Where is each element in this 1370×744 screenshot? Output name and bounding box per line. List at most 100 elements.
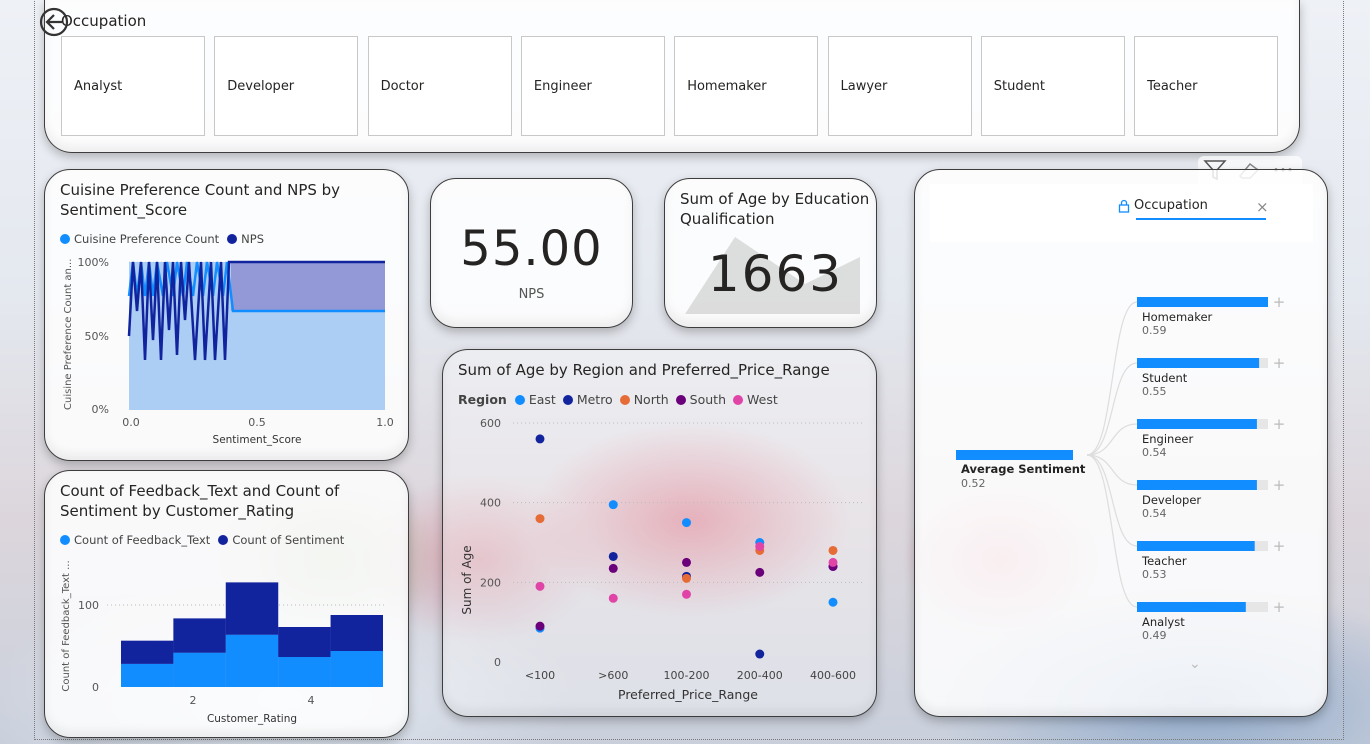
cuisine-nps-chart[interactable]: Cuisine Preference Count and NPS by Sent…: [44, 169, 409, 461]
y-tick: 0: [494, 656, 501, 669]
x-tick: 2: [190, 694, 197, 707]
scatter-plot: Sum of Age Preferred_Price_Range 0 200 400…: [460, 417, 863, 702]
slicer-tile-engineer[interactable]: Engineer: [520, 36, 665, 136]
scatter-point[interactable]: [682, 573, 691, 583]
age-value: 1663: [707, 245, 844, 303]
scatter-point[interactable]: [608, 551, 618, 561]
x-tick: 0.0: [122, 416, 140, 429]
scatter-point[interactable]: [755, 541, 765, 551]
node-bar[interactable]: [1137, 419, 1257, 429]
y-tick: 50%: [85, 330, 109, 343]
scatter-point[interactable]: [608, 563, 618, 573]
root-label: Average Sentiment: [961, 462, 1086, 476]
decomposition-tree[interactable]: Occupation × + + + + + + Average Sentiment 0.…: [914, 169, 1328, 717]
x-axis-label: Sentiment_Score: [213, 434, 302, 446]
card-title: Sum of Age by Education Qualification: [680, 190, 870, 228]
chevron-down-icon[interactable]: ⌄: [1189, 656, 1201, 672]
back-arrow-icon: [39, 7, 69, 37]
node-bar[interactable]: [1137, 480, 1257, 490]
scatter-point[interactable]: [608, 593, 618, 603]
age-region-scatter[interactable]: Sum of Age by Region and Preferred_Price…: [442, 349, 877, 717]
scatter-point[interactable]: [682, 518, 691, 528]
back-button[interactable]: [38, 6, 70, 38]
node-value: 0.55: [1142, 385, 1167, 398]
node-bar[interactable]: [1137, 297, 1268, 307]
y-tick: 400: [480, 497, 501, 510]
area-segment-sentiment[interactable]: [121, 640, 174, 664]
area-nps: [231, 262, 385, 311]
x-tick: 4: [308, 694, 315, 707]
node-label: Student: [1142, 371, 1188, 385]
node-bar[interactable]: [1137, 541, 1255, 551]
node-value: 0.49: [1142, 629, 1167, 642]
expand-plus-icon[interactable]: +: [1273, 293, 1286, 311]
x-tick: 400-600: [810, 669, 856, 682]
slicer-tile-student[interactable]: Student: [980, 36, 1125, 136]
area-segment-sentiment[interactable]: [173, 618, 226, 653]
connector-line: [1086, 362, 1138, 456]
y-tick: 0: [92, 681, 99, 694]
x-tick: 100-200: [664, 669, 710, 682]
expand-plus-icon[interactable]: +: [1273, 415, 1286, 433]
scatter-point[interactable]: [535, 621, 545, 631]
age-card[interactable]: Sum of Age by Education Qualification 16…: [664, 178, 877, 328]
cuisine-plot: Cuisine Preference Count an... 100% 50% …: [63, 256, 394, 446]
expand-plus-icon[interactable]: +: [1273, 537, 1286, 555]
scatter-point[interactable]: [828, 545, 838, 555]
slicer-tile-homemaker[interactable]: Homemaker: [674, 36, 819, 136]
area-segment-feedback[interactable]: [121, 663, 174, 687]
expand-plus-icon[interactable]: +: [1273, 476, 1286, 494]
scatter-point[interactable]: [828, 557, 838, 567]
area-segment-sentiment[interactable]: [225, 582, 279, 635]
area-segment-feedback[interactable]: [225, 634, 279, 687]
area-segment-sentiment[interactable]: [330, 615, 383, 651]
slicer-tile-analyst[interactable]: Analyst: [61, 36, 205, 136]
x-tick: >600: [598, 669, 628, 682]
scatter-point[interactable]: [535, 434, 545, 444]
scatter-point[interactable]: [535, 581, 545, 591]
node-label: Teacher: [1142, 554, 1187, 568]
node-bar[interactable]: [1137, 358, 1260, 368]
area-segment-sentiment[interactable]: [278, 627, 331, 657]
root-value: 0.52: [961, 477, 986, 490]
node-value: 0.54: [1142, 507, 1167, 520]
node-label: Developer: [1142, 493, 1202, 507]
y-tick: 100: [78, 599, 99, 612]
y-tick: 600: [480, 417, 501, 430]
slicer-tile-teacher[interactable]: Teacher: [1134, 36, 1279, 136]
slicer-tile-developer[interactable]: Developer: [214, 36, 359, 136]
y-tick: 0%: [92, 403, 109, 416]
slicer-title: Occupation: [61, 12, 147, 30]
node-value: 0.59: [1142, 324, 1167, 337]
slicer-tile-lawyer[interactable]: Lawyer: [827, 36, 972, 136]
area-segment-feedback[interactable]: [330, 651, 383, 687]
nps-label: NPS: [518, 287, 545, 302]
expand-plus-icon[interactable]: +: [1273, 598, 1286, 616]
node-bar[interactable]: [1137, 602, 1246, 612]
node-value: 0.53: [1142, 568, 1167, 581]
scatter-point[interactable]: [535, 514, 545, 524]
scatter-point[interactable]: [608, 500, 618, 510]
node-value: 0.54: [1142, 446, 1167, 459]
connector-line: [1086, 454, 1138, 608]
scatter-point[interactable]: [755, 649, 765, 659]
scatter-point[interactable]: [682, 589, 691, 599]
scatter-point[interactable]: [682, 557, 691, 567]
expand-plus-icon[interactable]: +: [1273, 354, 1286, 372]
x-tick: 200-400: [737, 669, 783, 682]
y-tick: 100%: [78, 256, 109, 269]
tree-plot: + + + + + +: [956, 293, 1286, 616]
area-segment-feedback[interactable]: [173, 652, 226, 687]
feedback-rating-chart[interactable]: Count of Feedback_Text and Count of Sent…: [44, 470, 409, 738]
root-bar[interactable]: [956, 450, 1073, 460]
nps-card[interactable]: 55.00 NPS: [430, 178, 633, 328]
y-tick: 200: [480, 576, 501, 589]
occupation-slicer: Occupation Analyst Developer Doctor Enginee…: [44, 0, 1300, 153]
slicer-tile-doctor[interactable]: Doctor: [367, 36, 512, 136]
scatter-point[interactable]: [755, 567, 765, 577]
y-axis-label: Sum of Age: [460, 545, 474, 614]
x-tick: <100: [525, 669, 555, 682]
feedback-plot: Count of Feedback_Text ... 100 0 2 4 Cus…: [61, 560, 385, 725]
area-segment-feedback[interactable]: [278, 657, 331, 687]
scatter-point[interactable]: [828, 597, 838, 607]
